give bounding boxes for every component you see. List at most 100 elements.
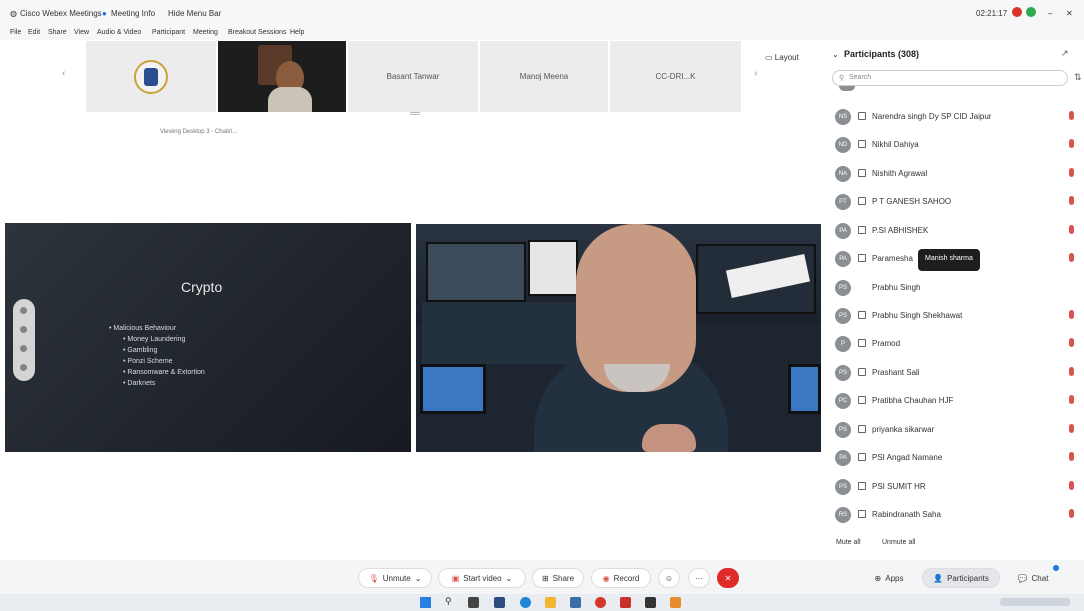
- participants-button[interactable]: 👤 Participants: [922, 568, 1000, 588]
- participant-row[interactable]: PA PSI Angad Namane: [826, 444, 1084, 472]
- avatar: PC: [835, 393, 851, 409]
- participant-row[interactable]: PS Prabhu Singh: [826, 274, 1084, 302]
- chat-button[interactable]: 💬 Chat: [1008, 568, 1058, 588]
- taskview-icon[interactable]: [468, 597, 479, 608]
- start-video-button[interactable]: ▣ Start video ⌄: [438, 568, 526, 588]
- participant-name: PSI Angad Namane: [872, 453, 943, 462]
- app-icon[interactable]: [494, 597, 505, 608]
- popout-icon[interactable]: ↗: [1061, 48, 1069, 59]
- participant-row[interactable]: PS Prashant Sali: [826, 359, 1084, 387]
- app-icon[interactable]: [645, 597, 656, 608]
- participant-row[interactable]: PS PSI SUMIT HR: [826, 473, 1084, 501]
- muted-mic-icon[interactable]: [1069, 395, 1074, 404]
- collapse-panel-icon[interactable]: ⌄: [832, 50, 839, 59]
- chrome-icon[interactable]: [595, 597, 606, 608]
- unmute-label: Unmute: [382, 573, 411, 583]
- record-button[interactable]: ◉ Record: [591, 568, 651, 588]
- minimize-icon[interactable]: –: [1048, 9, 1052, 18]
- menu-breakout-sessions[interactable]: Breakout Sessions: [228, 29, 286, 36]
- muted-mic-icon[interactable]: [1069, 338, 1074, 347]
- scroll-right-icon[interactable]: ›: [754, 68, 757, 79]
- menu-participant[interactable]: Participant: [152, 29, 185, 36]
- menu-meeting[interactable]: Meeting: [193, 29, 218, 36]
- speaker-video[interactable]: [416, 224, 821, 452]
- muted-mic-icon[interactable]: [1069, 225, 1074, 234]
- phone-icon: [858, 254, 866, 262]
- search-icon[interactable]: ⚲: [445, 596, 452, 607]
- search-input[interactable]: ⚲ Search: [832, 70, 1068, 86]
- muted-mic-icon[interactable]: [1069, 452, 1074, 461]
- unmute-button[interactable]: 🎙 Unmute ⌄: [358, 568, 432, 588]
- computer-icon: [858, 510, 866, 518]
- share-icon: ⊞: [541, 573, 549, 583]
- meeting-info-button[interactable]: Meeting Info: [111, 9, 155, 18]
- pen-icon[interactable]: [20, 326, 27, 333]
- participant-row[interactable]: RS Rabindranath Saha: [826, 501, 1084, 529]
- hide-menu-bar-button[interactable]: Hide Menu Bar: [168, 9, 221, 18]
- menu-audio-video[interactable]: Audio & Video: [97, 29, 141, 36]
- more-options-button[interactable]: ···: [688, 568, 710, 588]
- apps-button[interactable]: ⊕ Apps: [864, 568, 914, 588]
- muted-mic-icon: 🎙: [368, 573, 379, 583]
- muted-mic-icon[interactable]: [1069, 196, 1074, 205]
- muted-mic-icon[interactable]: [1069, 139, 1074, 148]
- participant-row[interactable]: PA P.SI ABHISHEK: [826, 217, 1084, 245]
- thumbnail-basant[interactable]: Basant Tanwar: [348, 41, 478, 112]
- close-icon[interactable]: ✕: [1066, 9, 1073, 18]
- office-icon[interactable]: [620, 597, 631, 608]
- os-taskbar: ⚲: [0, 594, 1084, 611]
- menu-share[interactable]: Share: [48, 29, 67, 36]
- participant-row[interactable]: PS priyanka sikarwar: [826, 416, 1084, 444]
- resize-handle[interactable]: [410, 112, 420, 115]
- edge-icon[interactable]: [520, 597, 531, 608]
- save-icon[interactable]: [20, 364, 27, 371]
- avatar: PS: [835, 280, 851, 296]
- chevron-down-icon[interactable]: ⌄: [506, 574, 513, 583]
- share-button[interactable]: ⊞ Share: [532, 568, 584, 588]
- menu-view[interactable]: View: [74, 29, 89, 36]
- participant-row[interactable]: ND Nikhil Dahiya: [826, 131, 1084, 159]
- menu-file[interactable]: File: [10, 29, 21, 36]
- thumbnail-cc[interactable]: CC-DRI...K: [610, 41, 741, 112]
- folder-icon[interactable]: [545, 597, 556, 608]
- menu-edit[interactable]: Edit: [28, 29, 40, 36]
- participant-row[interactable]: NS Narendra singh Dy SP CID Jaipur: [826, 103, 1084, 131]
- thumbnail-video[interactable]: [218, 41, 346, 112]
- muted-mic-icon[interactable]: [1069, 367, 1074, 376]
- unmute-all-button[interactable]: Unmute all: [882, 539, 915, 546]
- reactions-button[interactable]: ☺: [658, 568, 680, 588]
- pointer-icon[interactable]: [20, 307, 27, 314]
- muted-mic-icon[interactable]: [1069, 310, 1074, 319]
- participant-row[interactable]: PT P T GANESH SAHOO: [826, 188, 1084, 216]
- menu-help[interactable]: Help: [290, 29, 304, 36]
- participant-row[interactable]: PC Pratibha Chauhan HJF: [826, 387, 1084, 415]
- layout-button[interactable]: ▭ Layout: [765, 53, 799, 62]
- eraser-icon[interactable]: [20, 345, 27, 352]
- muted-mic-icon[interactable]: [1069, 424, 1074, 433]
- start-icon[interactable]: [420, 597, 431, 608]
- participant-row[interactable]: P Pramod: [826, 330, 1084, 358]
- muted-mic-icon[interactable]: [1069, 168, 1074, 177]
- muted-mic-icon[interactable]: [1069, 481, 1074, 490]
- thumbnail-manoj[interactable]: Manoj Meena: [480, 41, 608, 112]
- system-tray[interactable]: [1000, 598, 1070, 606]
- computer-icon: [858, 140, 866, 148]
- muted-mic-icon[interactable]: [1069, 253, 1074, 262]
- muted-mic-icon[interactable]: [1069, 111, 1074, 120]
- scroll-left-icon[interactable]: ‹: [62, 68, 65, 79]
- chevron-down-icon[interactable]: ⌄: [415, 574, 422, 583]
- thumbnail-logo[interactable]: [86, 41, 216, 112]
- participant-name: Narendra singh Dy SP CID Jaipur: [872, 112, 992, 121]
- sort-icon[interactable]: ⇅: [1074, 72, 1082, 83]
- computer-icon: [858, 112, 866, 120]
- muted-mic-icon[interactable]: [1069, 509, 1074, 518]
- app-icon[interactable]: [670, 597, 681, 608]
- participant-row[interactable]: PS Prabhu Singh Shekhawat: [826, 302, 1084, 330]
- avatar: PS: [835, 365, 851, 381]
- mute-all-button[interactable]: Mute all: [836, 539, 861, 546]
- end-meeting-button[interactable]: ✕: [717, 568, 739, 588]
- participant-name: P.SI ABHISHEK: [872, 226, 929, 235]
- annotation-toolbar[interactable]: [13, 299, 35, 381]
- store-icon[interactable]: [570, 597, 581, 608]
- participant-row[interactable]: NA Nishith Agrawal: [826, 160, 1084, 188]
